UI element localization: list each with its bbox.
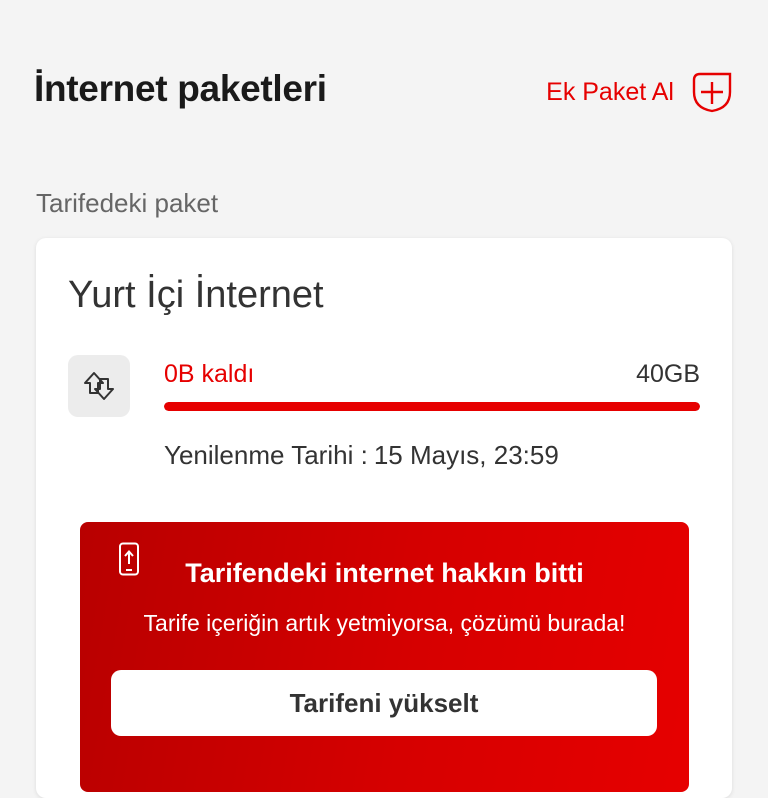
promo-title: Tarifendeki internet hakkın bitti — [185, 558, 584, 588]
upgrade-promo-banner: Tarifendeki internet hakkın bitti Tarife… — [80, 522, 689, 792]
add-package-button[interactable]: Ek Paket Al — [546, 70, 734, 114]
upgrade-tariff-button[interactable]: Tarifeni yükselt — [111, 670, 657, 736]
package-card[interactable]: Yurt İçi İnternet 0B kaldı 40GB Yenilenm… — [36, 238, 732, 798]
data-arrows-icon — [84, 372, 114, 400]
add-package-label: Ek Paket Al — [546, 77, 674, 106]
total-data: 40GB — [636, 360, 700, 388]
data-usage-icon-box — [68, 355, 130, 417]
usage-progress-bar — [164, 402, 700, 411]
page-title: İnternet paketleri — [34, 68, 327, 109]
renewal-value: 15 Mayıs, 23:59 — [373, 440, 559, 470]
usage-progress-fill — [164, 402, 700, 411]
promo-text: Tarife içeriğin artık yetmiyorsa, çözümü… — [143, 610, 626, 636]
plus-shield-icon — [692, 72, 732, 113]
section-label: Tarifedeki paket — [36, 188, 219, 218]
renewal-label: Yenilenme Tarihi : — [164, 440, 368, 470]
renewal-date: Yenilenme Tarihi :15 Mayıs, 23:59 — [164, 440, 559, 471]
page-header: İnternet paketleri Ek Paket Al — [0, 60, 768, 130]
remaining-data: 0B kaldı — [164, 360, 255, 388]
package-title: Yurt İçi İnternet — [68, 274, 324, 316]
